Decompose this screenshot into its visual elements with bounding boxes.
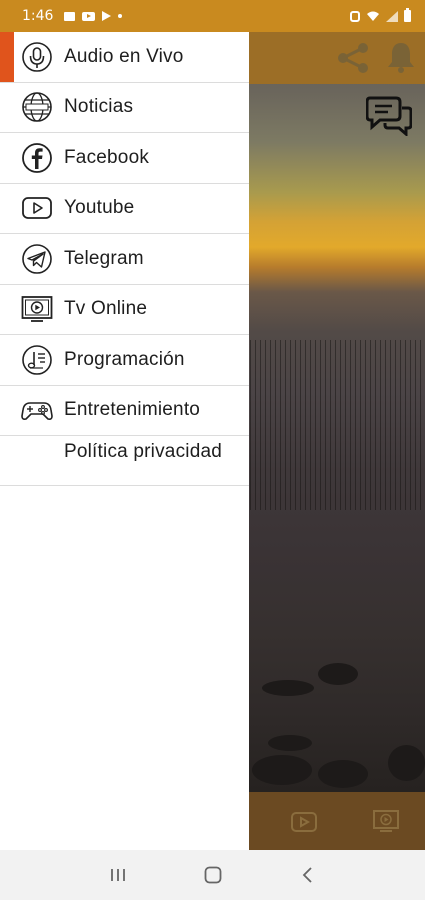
youtube-icon xyxy=(21,192,53,224)
microphone-icon xyxy=(21,41,53,73)
active-indicator xyxy=(0,32,14,82)
drawer-item-label: Youtube xyxy=(64,197,135,219)
drawer-item-label: Política privacidad xyxy=(64,441,222,462)
reeds-image-area xyxy=(250,340,425,510)
status-right-group xyxy=(350,8,411,22)
home-button[interactable] xyxy=(193,855,233,895)
recent-apps-icon xyxy=(110,869,125,881)
drawer-item-noticias[interactable]: Noticias xyxy=(0,83,249,133)
home-icon xyxy=(204,866,221,884)
share-icon[interactable] xyxy=(336,42,370,74)
music-list-icon xyxy=(21,344,53,376)
message-icon xyxy=(64,11,76,21)
globe-news-icon xyxy=(21,91,53,123)
notification-dot-icon xyxy=(118,14,123,18)
drawer-item-label: Noticias xyxy=(64,96,134,118)
drawer-item-youtube[interactable]: Youtube xyxy=(0,184,249,234)
status-left-group: 1:46 xyxy=(22,8,123,24)
facebook-icon xyxy=(21,142,53,174)
bell-icon[interactable] xyxy=(386,40,416,74)
alarm-icon xyxy=(350,10,360,22)
system-navigation-bar xyxy=(0,850,425,900)
telegram-icon xyxy=(21,243,53,275)
signal-icon xyxy=(386,10,398,22)
rock-shape xyxy=(262,680,314,696)
drawer-item-label: Audio en Vivo xyxy=(64,45,184,67)
play-store-icon xyxy=(102,11,112,21)
drawer-item-facebook[interactable]: Facebook xyxy=(0,133,249,184)
back-icon xyxy=(302,867,312,883)
chat-bubbles-icon[interactable] xyxy=(366,94,412,136)
tv-icon xyxy=(21,293,53,325)
tv-tab-icon[interactable] xyxy=(372,809,400,833)
back-button[interactable] xyxy=(288,855,328,895)
rock-shape xyxy=(318,760,368,788)
gamepad-icon xyxy=(21,394,53,426)
rock-shape xyxy=(388,745,425,781)
drawer-item-label: Tv Online xyxy=(64,298,148,320)
drawer-item-label: Programación xyxy=(64,348,185,370)
drawer-item-label: Facebook xyxy=(64,146,150,168)
drawer-item-audio-en-vivo[interactable]: Audio en Vivo xyxy=(0,32,249,83)
navigation-drawer: Audio en Vivo Noticias Facebook Youtube xyxy=(0,32,249,850)
drawer-item-label: Entretenimiento xyxy=(64,399,201,421)
status-time: 1:46 xyxy=(22,8,54,24)
youtube-tab-icon[interactable] xyxy=(290,811,318,833)
rock-shape xyxy=(268,735,312,751)
drawer-item-tv-online[interactable]: Tv Online xyxy=(0,285,249,335)
rock-shape xyxy=(252,755,312,785)
rock-shape xyxy=(318,663,358,685)
drawer-item-politica-privacidad[interactable]: Política privacidad xyxy=(0,436,249,486)
battery-icon xyxy=(404,8,411,22)
recent-apps-button[interactable] xyxy=(98,855,138,895)
drawer-item-telegram[interactable]: Telegram xyxy=(0,234,249,285)
youtube-notification-icon xyxy=(82,11,96,21)
wifi-icon xyxy=(367,11,379,21)
status-bar: 1:46 xyxy=(0,0,425,32)
drawer-item-label: Telegram xyxy=(64,247,144,269)
drawer-item-entretenimiento[interactable]: Entretenimiento xyxy=(0,386,249,436)
drawer-item-programacion[interactable]: Programación xyxy=(0,335,249,386)
drawer-menu: Audio en Vivo Noticias Facebook Youtube xyxy=(0,32,249,486)
